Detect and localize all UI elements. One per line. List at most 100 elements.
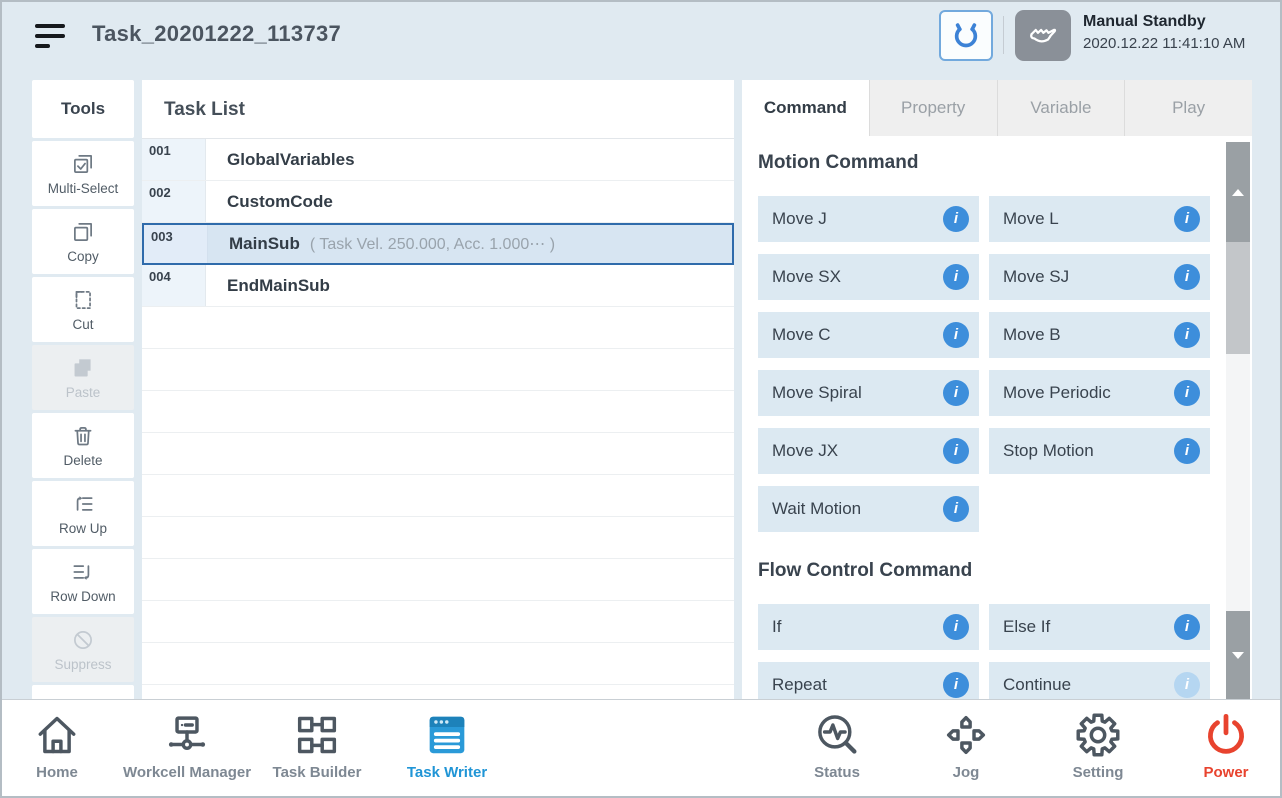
nav-workcell-manager[interactable]: Workcell Manager bbox=[112, 709, 262, 793]
triangle-up-icon bbox=[1232, 189, 1244, 196]
row-up-icon bbox=[70, 491, 96, 517]
row-name: GlobalVariables bbox=[227, 150, 355, 170]
power-icon bbox=[1200, 709, 1252, 761]
gripper-icon bbox=[949, 19, 983, 53]
setting-icon bbox=[1072, 709, 1124, 761]
tab-property[interactable]: Property bbox=[869, 80, 997, 136]
tool-label: Cut bbox=[72, 317, 93, 332]
command-move-j[interactable]: Move Ji bbox=[758, 196, 979, 242]
nav-status[interactable]: Status bbox=[762, 709, 912, 793]
task-row-empty bbox=[142, 475, 734, 517]
info-icon[interactable]: i bbox=[1174, 614, 1200, 640]
command-move-c[interactable]: Move Ci bbox=[758, 312, 979, 358]
tool-copy[interactable]: Copy bbox=[32, 209, 134, 274]
row-number: 003 bbox=[144, 225, 208, 263]
row-number: 001 bbox=[142, 139, 206, 180]
top-bar: Task_20201222_113737 Manual Standby 2020… bbox=[2, 2, 1280, 66]
delete-icon bbox=[70, 423, 96, 449]
command-else-if[interactable]: Else Ifi bbox=[989, 604, 1210, 650]
section-title-motion-command: Motion Command bbox=[758, 152, 1226, 180]
command-move-b[interactable]: Move Bi bbox=[989, 312, 1210, 358]
scroll-up-button[interactable] bbox=[1226, 142, 1250, 242]
scrollbar-track bbox=[1226, 354, 1250, 611]
info-icon[interactable]: i bbox=[943, 322, 969, 348]
task-list-header: Task List bbox=[142, 80, 734, 139]
tab-play[interactable]: Play bbox=[1124, 80, 1252, 136]
tool-cut[interactable]: Cut bbox=[32, 277, 134, 342]
command-move-spiral[interactable]: Move Spirali bbox=[758, 370, 979, 416]
task-list-title: Task List bbox=[142, 80, 245, 139]
cut-icon bbox=[70, 287, 96, 313]
info-icon[interactable]: i bbox=[943, 614, 969, 640]
task-row-002[interactable]: 002 CustomCode bbox=[142, 181, 734, 223]
info-icon[interactable]: i bbox=[943, 438, 969, 464]
scrollbar[interactable] bbox=[1226, 142, 1250, 699]
menu-button[interactable] bbox=[33, 15, 71, 53]
tool-row-down[interactable]: Row Down bbox=[32, 549, 134, 614]
tool-paste: Paste bbox=[32, 345, 134, 410]
hamburger-icon bbox=[35, 24, 65, 28]
info-icon[interactable]: i bbox=[1174, 380, 1200, 406]
home-icon bbox=[31, 709, 83, 761]
section-title-flow-control-command: Flow Control Command bbox=[758, 560, 1226, 588]
command-move-jx[interactable]: Move JXi bbox=[758, 428, 979, 474]
tool-multi-select[interactable]: Multi-Select bbox=[32, 141, 134, 206]
nav-jog[interactable]: Jog bbox=[891, 709, 1041, 793]
tab-command[interactable]: Command bbox=[742, 80, 869, 136]
info-icon[interactable]: i bbox=[1174, 438, 1200, 464]
tool-card-clipped bbox=[32, 685, 134, 699]
tool-delete[interactable]: Delete bbox=[32, 413, 134, 478]
command-grid: Move JiMove LiMove SXiMove SJiMove CiMov… bbox=[758, 196, 1226, 532]
tool-label: Suppress bbox=[54, 657, 111, 672]
task-builder-icon bbox=[291, 709, 343, 761]
command-if[interactable]: Ifi bbox=[758, 604, 979, 650]
command-move-sx[interactable]: Move SXi bbox=[758, 254, 979, 300]
command-continue[interactable]: Continuei bbox=[989, 662, 1210, 699]
info-icon[interactable]: i bbox=[943, 264, 969, 290]
task-row-004[interactable]: 004EndMainSub bbox=[142, 265, 734, 307]
tool-label: Copy bbox=[67, 249, 99, 264]
info-icon[interactable]: i bbox=[943, 380, 969, 406]
command-wait-motion[interactable]: Wait Motioni bbox=[758, 486, 979, 532]
info-icon[interactable]: i bbox=[1174, 322, 1200, 348]
info-icon[interactable]: i bbox=[1174, 206, 1200, 232]
tool-suppress: Suppress bbox=[32, 617, 134, 682]
row-number: 002 bbox=[142, 181, 206, 222]
copy-icon bbox=[70, 219, 96, 245]
command-move-periodic[interactable]: Move Periodici bbox=[989, 370, 1210, 416]
task-row-empty bbox=[142, 601, 734, 643]
nav-task-builder[interactable]: Task Builder bbox=[242, 709, 392, 793]
task-row-empty bbox=[142, 559, 734, 601]
row-name: CustomCode bbox=[227, 192, 333, 212]
tool-label: Delete bbox=[63, 453, 102, 468]
row-number: 004 bbox=[142, 265, 206, 306]
gripper-button[interactable] bbox=[939, 10, 993, 61]
task-row-empty bbox=[142, 517, 734, 559]
command-stop-motion[interactable]: Stop Motioni bbox=[989, 428, 1210, 474]
info-icon[interactable]: i bbox=[943, 672, 969, 698]
task-row-empty bbox=[142, 685, 734, 699]
task-row-empty bbox=[142, 391, 734, 433]
command-move-l[interactable]: Move Li bbox=[989, 196, 1210, 242]
tab-variable[interactable]: Variable bbox=[997, 80, 1125, 136]
task-row-003[interactable]: 003MainSub( Task Vel. 250.000, Acc. 1.00… bbox=[142, 223, 734, 265]
triangle-down-icon bbox=[1232, 652, 1244, 659]
info-icon[interactable]: i bbox=[943, 206, 969, 232]
command-move-sj[interactable]: Move SJi bbox=[989, 254, 1210, 300]
task-row-001[interactable]: 001 GlobalVariables bbox=[142, 139, 734, 181]
page-title: Task_20201222_113737 bbox=[92, 21, 341, 47]
tool-row-up[interactable]: Row Up bbox=[32, 481, 134, 546]
tool-label: Row Down bbox=[50, 589, 115, 604]
command-list: Motion CommandMove JiMove LiMove SXiMove… bbox=[742, 136, 1226, 699]
command-repeat[interactable]: Repeati bbox=[758, 662, 979, 699]
multi-select-icon bbox=[70, 151, 96, 177]
suppress-icon bbox=[70, 627, 96, 653]
nav-power[interactable]: Power bbox=[1151, 709, 1282, 793]
scroll-down-button[interactable] bbox=[1226, 611, 1250, 699]
mode-label: Manual Standby bbox=[1083, 13, 1245, 31]
info-icon[interactable]: i bbox=[943, 496, 969, 522]
nav-task-writer[interactable]: Task Writer bbox=[372, 709, 522, 793]
divider bbox=[1003, 16, 1004, 54]
scrollbar-thumb[interactable] bbox=[1226, 242, 1250, 354]
info-icon[interactable]: i bbox=[1174, 264, 1200, 290]
